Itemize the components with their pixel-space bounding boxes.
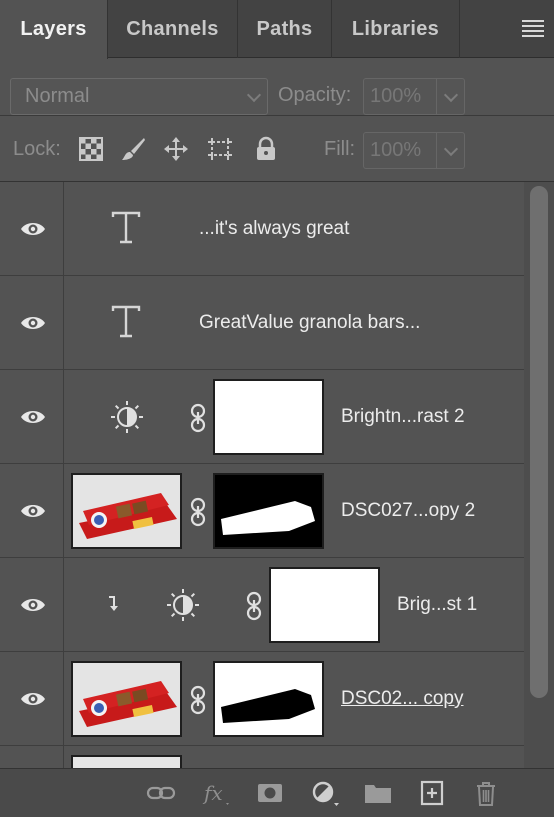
tab-layers[interactable]: Layers	[0, 0, 108, 59]
layer-image-thumbnail[interactable]	[71, 755, 182, 768]
text-layer-icon	[111, 305, 141, 338]
layer-row[interactable]: Brightn...rast 2	[0, 370, 524, 464]
layer-row[interactable]: Brig...st 1	[0, 558, 524, 652]
fill-label: Fill:	[324, 138, 356, 160]
link-layers-icon[interactable]	[146, 779, 176, 807]
visibility-toggle[interactable]	[0, 182, 64, 276]
layer-mask-thumbnail[interactable]	[213, 473, 324, 549]
lock-artboard-icon[interactable]	[207, 136, 233, 162]
layers-bottom-toolbar: fx	[0, 768, 554, 817]
tab-paths[interactable]: Paths	[238, 0, 332, 58]
lock-position-move-icon[interactable]	[163, 136, 189, 162]
lock-label: Lock:	[13, 138, 61, 160]
mask-link-icon[interactable]	[188, 685, 208, 715]
opacity-field[interactable]: 100%	[363, 78, 437, 115]
clipping-mask-arrow-icon	[109, 596, 118, 611]
eye-icon[interactable]	[20, 407, 46, 427]
blend-mode-select[interactable]: Normal	[10, 78, 268, 115]
chevron-down-icon	[443, 87, 459, 102]
opacity-dropdown[interactable]	[437, 78, 465, 115]
mask-link-icon[interactable]	[244, 591, 264, 621]
chevron-down-icon	[443, 141, 459, 156]
chevron-down-icon	[246, 87, 262, 102]
add-mask-icon[interactable]	[255, 779, 285, 807]
layer-name[interactable]: Brig...st 1	[397, 558, 477, 652]
visibility-toggle[interactable]	[0, 558, 64, 652]
fill-dropdown[interactable]	[437, 132, 465, 169]
layer-name[interactable]: DSC02... copy	[341, 652, 464, 746]
trash-icon[interactable]	[471, 779, 501, 807]
layer-image-thumbnail[interactable]	[71, 473, 182, 549]
layer-row[interactable]: ...it's always great	[0, 182, 524, 276]
text-layer-icon	[111, 211, 141, 244]
layer-row[interactable]: GreatValue granola bars...	[0, 276, 524, 370]
granola-bar-photo	[73, 475, 180, 547]
layer-name[interactable]: ...it's always great	[199, 182, 349, 276]
lock-options-row: Lock: Fill: 100%	[0, 116, 554, 182]
visibility-toggle[interactable]	[0, 746, 64, 768]
layer-image-thumbnail[interactable]	[71, 661, 182, 737]
eye-icon[interactable]	[20, 689, 46, 709]
lock-image-pixels-brush-icon[interactable]	[120, 136, 146, 162]
new-adjustment-layer-icon[interactable]	[309, 779, 339, 807]
svg-text:fx: fx	[202, 781, 223, 805]
eye-icon[interactable]	[20, 313, 46, 333]
fill-field[interactable]: 100%	[363, 132, 437, 169]
fx-icon[interactable]: fx	[201, 779, 231, 807]
visibility-toggle[interactable]	[0, 652, 64, 746]
visibility-toggle[interactable]	[0, 276, 64, 370]
visibility-toggle[interactable]	[0, 370, 64, 464]
layer-name[interactable]: GreatValue granola bars...	[199, 276, 420, 370]
blend-mode-value: Normal	[25, 85, 90, 107]
eye-icon[interactable]	[20, 595, 46, 615]
tab-channels[interactable]: Channels	[108, 0, 238, 58]
mask-link-icon[interactable]	[188, 403, 208, 433]
opacity-label: Opacity:	[278, 84, 352, 106]
layer-name[interactable]: Brightn...rast 2	[341, 370, 465, 464]
new-layer-icon[interactable]	[417, 779, 447, 807]
layers-list: ...it's always great GreatValue granola …	[0, 182, 524, 768]
lock-all-icon[interactable]	[253, 136, 279, 162]
granola-bar-photo	[73, 663, 180, 735]
layer-mask-thumbnail[interactable]	[213, 379, 324, 455]
layer-row[interactable]: DSC027...opy 2	[0, 464, 524, 558]
mask-link-icon[interactable]	[188, 497, 208, 527]
layer-row[interactable]: DSC02... copy	[0, 652, 524, 746]
layer-mask-thumbnail[interactable]	[213, 661, 324, 737]
brightness-contrast-icon	[167, 589, 199, 621]
layer-mask-thumbnail[interactable]	[269, 567, 380, 643]
mask-shape	[221, 501, 315, 535]
eye-icon[interactable]	[20, 501, 46, 521]
blend-options-row: Normal Opacity: 100%	[0, 58, 554, 116]
layer-name[interactable]: DSC027...opy 2	[341, 464, 475, 558]
hamburger-menu-icon[interactable]	[522, 20, 544, 38]
brightness-contrast-icon	[111, 401, 143, 433]
mask-shape	[221, 689, 315, 723]
layer-row[interactable]	[0, 746, 524, 768]
layers-scrollbar-thumb[interactable]	[530, 186, 548, 698]
eye-icon[interactable]	[20, 219, 46, 239]
visibility-toggle[interactable]	[0, 464, 64, 558]
lock-transparent-pixels-icon[interactable]	[78, 136, 104, 162]
panel-tab-bar: Layers Channels Paths Libraries	[0, 0, 554, 59]
tab-libraries[interactable]: Libraries	[332, 0, 460, 58]
new-group-folder-icon[interactable]	[363, 779, 393, 807]
